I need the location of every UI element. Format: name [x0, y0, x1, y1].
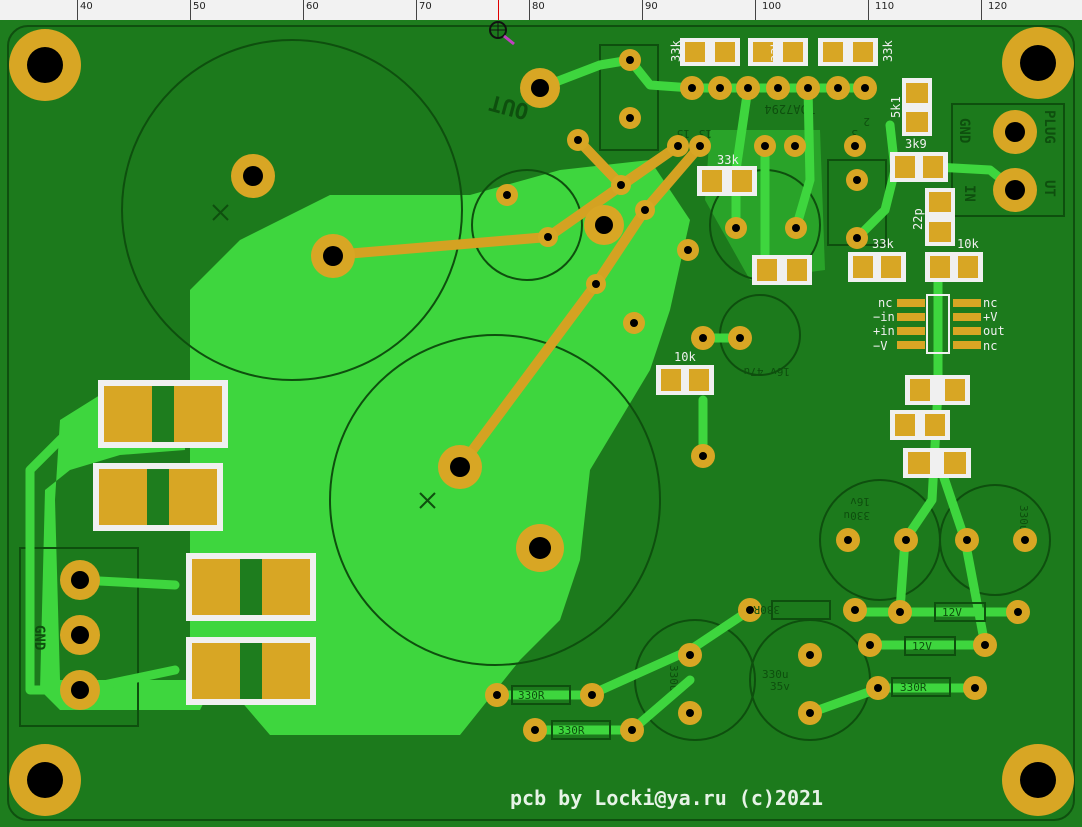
smd-capacitor-22p[interactable] [925, 188, 955, 246]
smd-capacitor[interactable] [752, 255, 812, 285]
ruler-label: 90 [645, 1, 658, 12]
ruler-label: 60 [306, 1, 319, 12]
label-in: IN [961, 185, 977, 202]
mounting-hole-br [1002, 744, 1074, 816]
ruler-tick [755, 0, 756, 20]
label-33k: 33k [881, 40, 895, 62]
label-33k: 33k [669, 40, 683, 62]
label-35v: 35v [770, 680, 790, 693]
top-ruler: 40 50 60 70 80 90 100 110 120 [0, 0, 1082, 21]
ruler-tick [981, 0, 982, 20]
smd-capacitor[interactable] [890, 410, 950, 440]
smd-resistor-3k9[interactable] [890, 152, 948, 182]
smd-resistor-10k[interactable] [656, 365, 714, 395]
ruler-label: 50 [193, 1, 206, 12]
label-10k: 10k [957, 237, 979, 251]
ruler-tick [190, 0, 191, 20]
smd-resistor-33k[interactable] [848, 252, 906, 282]
smd-capacitor[interactable] [903, 448, 971, 478]
label-330u-a: 330u [844, 509, 871, 522]
label-3k9: 3k9 [905, 137, 927, 151]
tht-pad-large[interactable] [516, 524, 564, 572]
label-33k: 33k [717, 153, 739, 167]
label-plug: PLUG [1041, 110, 1057, 144]
label-ic-v-plus: +V [983, 310, 997, 324]
smd-resistor-33k[interactable] [680, 38, 740, 66]
label-12v: 12V [912, 640, 932, 653]
label-16v: 16v [850, 495, 870, 508]
ruler-label: 40 [80, 1, 93, 12]
label-5k1: 5k1 [889, 96, 903, 118]
smd-resistor-large[interactable] [98, 380, 228, 448]
ruler-tick [642, 0, 643, 20]
tht-pad-large[interactable] [311, 234, 355, 278]
ruler-cursor-marker [498, 0, 499, 20]
label-33k: 33k [769, 40, 783, 62]
label-ut: UT [1041, 180, 1057, 197]
label-330r: 330R [558, 724, 585, 737]
terminal-pad[interactable] [60, 670, 100, 710]
smd-resistor-large[interactable] [186, 637, 316, 705]
ruler-tick [416, 0, 417, 20]
ruler-tick [303, 0, 304, 20]
ruler-label: 70 [419, 1, 432, 12]
ruler-tick [868, 0, 869, 20]
smd-capacitor[interactable] [905, 375, 970, 405]
terminal-pad[interactable] [60, 560, 100, 600]
label-ic-nc3: nc [983, 339, 997, 353]
smd-resistor-large[interactable] [93, 463, 223, 531]
mounting-hole-bl [9, 744, 81, 816]
smd-resistor-33k[interactable] [818, 38, 878, 66]
ruler-tick [77, 0, 78, 20]
terminal-pad[interactable] [993, 168, 1037, 212]
label-330r: 330R [753, 603, 780, 616]
tht-pad-large[interactable] [231, 154, 275, 198]
ruler-label: 120 [988, 1, 1008, 12]
label-pin2: 2 [863, 115, 870, 128]
smd-resistor-large[interactable] [186, 553, 316, 621]
label-33k: 33k [872, 237, 894, 251]
terminal-pad[interactable] [993, 110, 1037, 154]
tht-pad-large[interactable] [520, 68, 560, 108]
mounting-hole-tl [9, 29, 81, 101]
label-ic-v-minus: −V [873, 339, 887, 353]
label-ic-nc1: nc [878, 296, 892, 310]
mounting-hole-tr [1002, 27, 1074, 99]
tht-pad-large[interactable] [438, 445, 482, 489]
ruler-label: 110 [875, 1, 895, 12]
smd-resistor-5k1[interactable] [902, 78, 932, 136]
smd-resistor-33k[interactable] [697, 166, 757, 196]
label-330r: 330R [518, 689, 545, 702]
terminal-pad[interactable] [60, 615, 100, 655]
pcb-canvas[interactable]: OUT GND GND PLUG IN UT TDA7294 2 3 15 13… [0, 20, 1082, 827]
pcb-credit-text: pcb by Locki@ya.ru (c)2021 [510, 786, 824, 810]
label-cap-47u: 16v 47u [744, 365, 790, 378]
smd-resistor-10k[interactable] [925, 252, 983, 282]
label-330r: 330R [900, 681, 927, 694]
label-12v: 12V [942, 606, 962, 619]
ruler-label: 100 [762, 1, 782, 12]
label-ic-in-minus: −in [873, 310, 895, 324]
ruler-label: 80 [532, 1, 545, 12]
label-22p: 22p [911, 208, 925, 230]
tht-pad-large[interactable] [584, 205, 624, 245]
label-ic-out: out [983, 324, 1005, 338]
label-gnd-right: GND [956, 118, 972, 143]
label-330u-b: 330u [1017, 505, 1030, 532]
label-ic-nc2: nc [983, 296, 997, 310]
label-10k: 10k [674, 350, 696, 364]
ruler-tick [529, 0, 530, 20]
label-ic-in-plus: +in [873, 324, 895, 338]
